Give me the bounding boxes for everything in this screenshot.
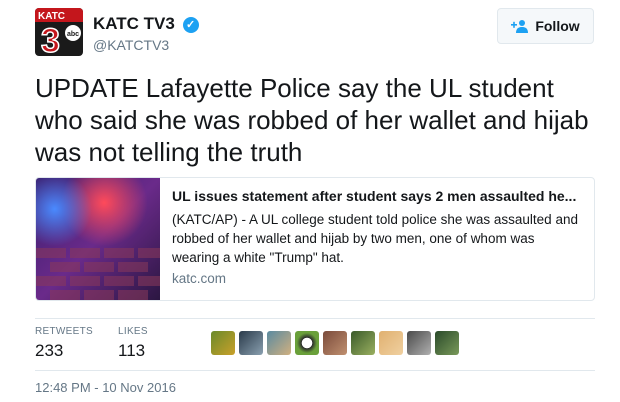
liker-avatar[interactable] bbox=[379, 331, 403, 355]
account-handle[interactable]: @KATCTV3 bbox=[93, 37, 169, 53]
liker-avatar[interactable] bbox=[407, 331, 431, 355]
divider-top bbox=[35, 318, 595, 319]
logo-network: abc bbox=[67, 31, 79, 38]
liker-avatar[interactable] bbox=[435, 331, 459, 355]
liker-avatar[interactable] bbox=[323, 331, 347, 355]
account-avatar[interactable]: KATC 3 abc bbox=[35, 8, 83, 56]
liker-avatar[interactable] bbox=[267, 331, 291, 355]
liker-avatar[interactable] bbox=[211, 331, 235, 355]
likes-label[interactable]: LIKES bbox=[118, 326, 148, 337]
divider-bottom bbox=[35, 370, 595, 371]
liker-avatar[interactable] bbox=[351, 331, 375, 355]
liker-avatar[interactable] bbox=[239, 331, 263, 355]
liker-avatars bbox=[211, 331, 459, 355]
verified-icon: ✓ bbox=[182, 17, 199, 33]
follow-button[interactable]: Follow bbox=[497, 8, 594, 44]
follow-person-icon bbox=[511, 20, 529, 33]
link-card[interactable]: UL issues statement after student says 2… bbox=[35, 177, 595, 301]
retweets-label[interactable]: RETWEETS bbox=[35, 326, 93, 337]
retweets-count[interactable]: 233 bbox=[35, 341, 63, 361]
liker-avatar[interactable] bbox=[295, 331, 319, 355]
tweet-text: UPDATE Lafayette Police say the UL stude… bbox=[35, 73, 589, 167]
follow-label: Follow bbox=[535, 18, 580, 34]
card-title[interactable]: UL issues statement after student says 2… bbox=[172, 188, 584, 204]
logo-number: 3 bbox=[41, 22, 60, 56]
account-name-text[interactable]: KATC TV3 bbox=[93, 14, 175, 33]
card-description: (KATC/AP) - A UL college student told po… bbox=[172, 212, 578, 265]
card-thumbnail-image bbox=[36, 178, 160, 300]
likes-count[interactable]: 113 bbox=[118, 341, 145, 361]
tweet-timestamp[interactable]: 12:48 PM - 10 Nov 2016 bbox=[35, 380, 176, 395]
account-name[interactable]: KATC TV3 ✓ bbox=[93, 14, 199, 34]
logo-text: KATC bbox=[38, 11, 65, 22]
card-domain: katc.com bbox=[172, 271, 227, 286]
